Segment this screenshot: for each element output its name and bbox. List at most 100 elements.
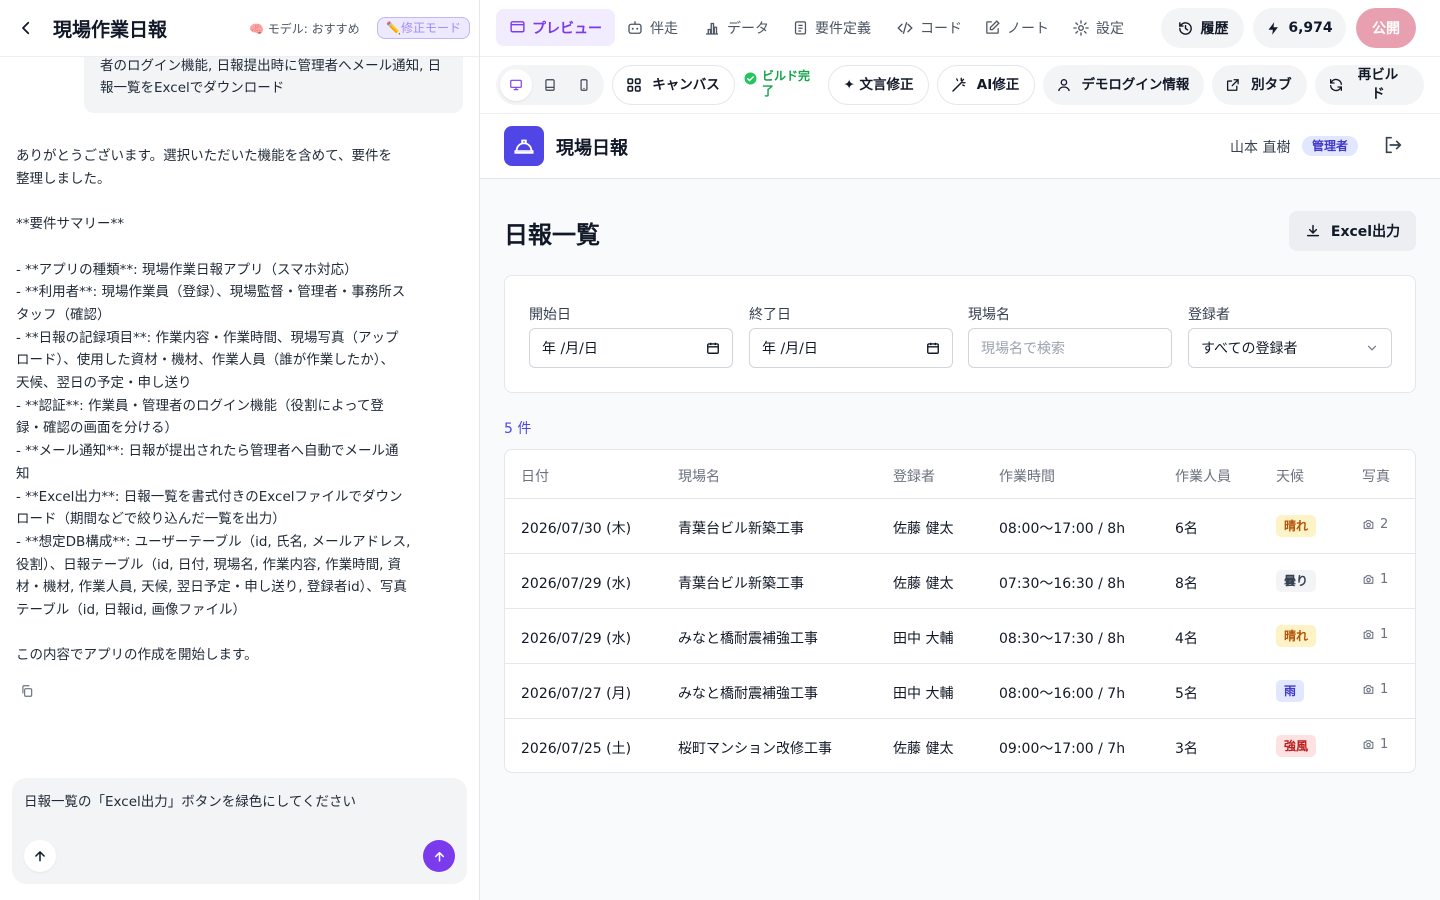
tab-preview[interactable]: プレビュー bbox=[496, 9, 615, 46]
logout-icon[interactable] bbox=[1382, 134, 1406, 158]
app-header: 現場日報 山本 直樹 管理者 bbox=[480, 114, 1440, 179]
text-fix-button[interactable]: ✦ 文言修正 bbox=[828, 65, 929, 105]
weather-badge: 雨 bbox=[1276, 680, 1305, 702]
model-selector[interactable]: 🧠 モデル: おすすめ bbox=[249, 20, 360, 37]
preview-toolbar: キャンバス ビルド完了 ✦ 文言修正 AI修正 デモログイン情報 別タブ 再ビル… bbox=[480, 57, 1440, 114]
arrow-up-icon bbox=[35, 851, 45, 862]
cell-hours: 09:00〜17:00 / 7h bbox=[999, 741, 1126, 757]
assistant-message: ありがとうございます。選択いただいた機能を含めて、要件を 整理しました。 **要… bbox=[16, 148, 411, 664]
tab-notes[interactable]: ノート bbox=[971, 9, 1062, 46]
bar-chart-icon bbox=[706, 22, 718, 35]
table-row[interactable]: 2026/07/30 (木) 青葉台ビル新築工事 佐藤 健太 08:00〜17:00 … bbox=[505, 499, 1415, 554]
robot-icon bbox=[628, 20, 642, 34]
credits-value: 6,974 bbox=[1288, 20, 1333, 36]
monitor-icon bbox=[510, 21, 525, 33]
new-tab-label: 別タブ bbox=[1251, 76, 1292, 93]
table-header: 日付 現場名 登録者 作業時間 作業人員 天候 写真 bbox=[505, 450, 1415, 499]
excel-export-button[interactable]: Excel出力 bbox=[1289, 211, 1416, 251]
cell-site: 桜町マンション改修工事 bbox=[678, 741, 832, 757]
fix-mode-badge[interactable]: ✏️修正モード bbox=[377, 17, 470, 39]
col-photos[interactable]: 写真 bbox=[1362, 466, 1390, 486]
cell-workers: 3名 bbox=[1175, 741, 1198, 757]
col-workers[interactable]: 作業人員 bbox=[1175, 466, 1231, 486]
canvas-button[interactable]: キャンバス bbox=[612, 65, 735, 105]
tab-settings[interactable]: 設定 bbox=[1059, 9, 1137, 46]
site-search-placeholder: 現場名で検索 bbox=[981, 341, 1065, 357]
camera-icon bbox=[1363, 520, 1374, 529]
cell-workers: 4名 bbox=[1175, 631, 1198, 647]
page-title: 日報一覧 bbox=[504, 221, 600, 249]
chat-header: 現場作業日報 🧠 モデル: おすすめ ✏️修正モード bbox=[0, 0, 479, 57]
external-link-icon bbox=[1226, 79, 1239, 91]
rebuild-label: 再ビルド bbox=[1357, 67, 1399, 102]
photo-count-value: 2 bbox=[1380, 517, 1389, 532]
table-row[interactable]: 2026/07/29 (水) みなと橋耐震補強工事 田中 大輔 08:30〜17:30… bbox=[505, 609, 1415, 664]
tab-data[interactable]: データ bbox=[690, 9, 782, 46]
cell-date: 2026/07/30 (木) bbox=[521, 521, 632, 537]
clipboard-icon bbox=[794, 21, 807, 35]
history-button[interactable]: 履歴 bbox=[1161, 8, 1244, 48]
weather-badge: 強風 bbox=[1276, 735, 1317, 757]
message-composer[interactable]: 日報一覧の「Excel出力」ボタンを緑色にしてください bbox=[12, 778, 467, 884]
site-search-input[interactable]: 現場名で検索 bbox=[968, 328, 1172, 368]
project-title: 現場作業日報 bbox=[53, 19, 168, 41]
demo-login-button[interactable]: デモログイン情報 bbox=[1043, 65, 1204, 105]
check-circle-icon bbox=[744, 72, 757, 85]
table-row[interactable]: 2026/07/27 (月) みなと橋耐震補強工事 田中 大輔 08:00〜16:00… bbox=[505, 664, 1415, 719]
mobile-view-button[interactable] bbox=[568, 69, 600, 101]
copy-icon[interactable] bbox=[20, 684, 36, 700]
ai-fix-button[interactable]: AI修正 bbox=[937, 65, 1035, 105]
refresh-icon bbox=[1330, 78, 1342, 92]
photo-count: 2 bbox=[1362, 517, 1388, 532]
calendar-icon bbox=[927, 342, 939, 354]
col-date[interactable]: 日付 bbox=[521, 466, 549, 486]
build-status: ビルド完了 bbox=[744, 69, 820, 99]
cell-hours: 08:30〜17:30 / 8h bbox=[999, 631, 1126, 647]
camera-icon bbox=[1363, 630, 1374, 639]
cell-workers: 8名 bbox=[1175, 576, 1198, 592]
result-count: 5 件 bbox=[504, 421, 532, 437]
table-row[interactable]: 2026/07/29 (水) 青葉台ビル新築工事 佐藤 健太 07:30〜16:30 … bbox=[505, 554, 1415, 609]
weather-badge: 曇り bbox=[1276, 570, 1317, 592]
col-hours[interactable]: 作業時間 bbox=[999, 466, 1055, 486]
gear-icon bbox=[1073, 19, 1089, 36]
site-name-label: 現場名 bbox=[968, 307, 1010, 323]
tablet-view-button[interactable] bbox=[534, 69, 566, 101]
upload-button[interactable] bbox=[24, 840, 56, 872]
composer-input[interactable]: 日報一覧の「Excel出力」ボタンを緑色にしてください bbox=[24, 790, 356, 810]
publish-button[interactable]: 公開 bbox=[1356, 8, 1416, 48]
end-date-input[interactable]: 年 /月/日 bbox=[749, 328, 953, 368]
send-button[interactable] bbox=[423, 840, 455, 872]
weather-badge: 晴れ bbox=[1276, 625, 1317, 647]
camera-icon bbox=[1363, 685, 1374, 694]
tab-requirements[interactable]: 要件定義 bbox=[779, 9, 884, 46]
back-button[interactable] bbox=[14, 16, 38, 40]
rebuild-button[interactable]: 再ビルド bbox=[1315, 65, 1424, 105]
reporter-select[interactable]: すべての登録者 bbox=[1188, 328, 1392, 368]
col-site[interactable]: 現場名 bbox=[678, 466, 720, 486]
new-tab-button[interactable]: 別タブ bbox=[1212, 65, 1307, 105]
credits-button[interactable]: 6,974 bbox=[1253, 8, 1346, 48]
tab-code[interactable]: コード bbox=[883, 9, 975, 46]
cell-reporter: 佐藤 健太 bbox=[893, 741, 954, 757]
table-row[interactable]: 2026/07/25 (土) 桜町マンション改修工事 佐藤 健太 09:00〜17:0… bbox=[505, 719, 1415, 772]
hardhat-icon bbox=[504, 126, 544, 166]
desktop-view-button[interactable] bbox=[500, 69, 532, 101]
photo-count-value: 1 bbox=[1380, 737, 1389, 752]
photo-count-value: 1 bbox=[1380, 627, 1389, 642]
cell-hours: 07:30〜16:30 / 8h bbox=[999, 576, 1126, 592]
tab-companion[interactable]: 伴走 bbox=[613, 9, 691, 46]
history-label: 履歴 bbox=[1200, 21, 1229, 37]
cell-site: みなと橋耐震補強工事 bbox=[678, 631, 818, 647]
cell-date: 2026/07/27 (月) bbox=[521, 686, 632, 702]
cell-site: 青葉台ビル新築工事 bbox=[678, 576, 804, 592]
camera-icon bbox=[1363, 740, 1374, 749]
user-icon bbox=[1058, 79, 1070, 92]
chat-messages[interactable]: 者のログイン機能, 日報提出時に管理者へメール通知, 日報一覧をExcelでダウ… bbox=[0, 57, 479, 761]
grid-icon bbox=[627, 78, 641, 92]
col-reporter[interactable]: 登録者 bbox=[893, 466, 935, 486]
col-weather[interactable]: 天候 bbox=[1276, 466, 1304, 486]
photo-count: 1 bbox=[1362, 737, 1388, 752]
start-date-input[interactable]: 年 /月/日 bbox=[529, 328, 733, 368]
canvas-label: キャンバス bbox=[652, 76, 720, 93]
